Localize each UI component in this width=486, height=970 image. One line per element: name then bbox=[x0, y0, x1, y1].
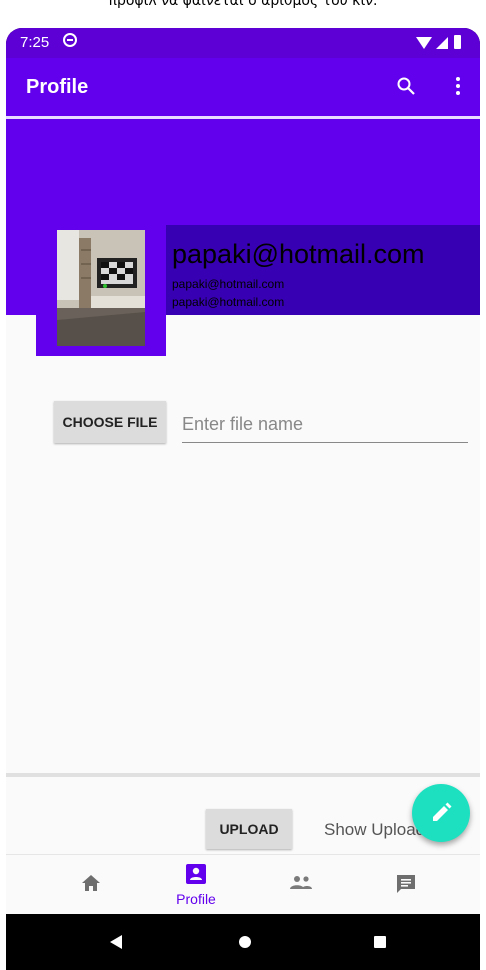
back-icon[interactable] bbox=[110, 935, 122, 949]
main-content bbox=[6, 315, 480, 775]
more-options-icon[interactable] bbox=[448, 75, 468, 97]
edit-fab[interactable] bbox=[412, 784, 470, 842]
nav-messages[interactable] bbox=[351, 855, 461, 915]
nav-home[interactable] bbox=[36, 855, 146, 915]
chat-icon bbox=[397, 875, 415, 893]
page-title: Profile bbox=[26, 76, 89, 98]
file-name-input[interactable] bbox=[182, 408, 468, 443]
upload-button[interactable]: UPLOAD bbox=[206, 809, 292, 849]
nav-profile[interactable]: Profile bbox=[141, 855, 251, 915]
search-icon[interactable] bbox=[396, 76, 416, 96]
system-navigation-bar bbox=[6, 914, 480, 970]
profile-email-secondary: papaki@hotmail.com bbox=[172, 277, 285, 291]
people-icon bbox=[290, 876, 312, 889]
profile-photo bbox=[57, 230, 145, 346]
top-caption: προφίλ να φαίνεται ο αριθμός του κιν. bbox=[108, 0, 378, 9]
do-not-disturb-icon bbox=[63, 33, 77, 47]
choose-file-button[interactable]: CHOOSE FILE bbox=[54, 401, 166, 443]
avatar[interactable] bbox=[36, 223, 166, 356]
phone-screen: 7:25 Profile papaki@hotmail.com papaki@h… bbox=[6, 28, 480, 970]
status-bar: 7:25 bbox=[6, 28, 480, 58]
profile-email: papaki@hotmail.com bbox=[172, 239, 425, 269]
profile-info: papaki@hotmail.com papaki@hotmail.com pa… bbox=[166, 225, 480, 315]
status-time: 7:25 bbox=[20, 34, 50, 51]
bottom-navigation: Profile bbox=[6, 854, 480, 915]
battery-icon bbox=[454, 35, 461, 49]
signal-icon bbox=[436, 37, 448, 49]
home-icon bbox=[82, 875, 100, 891]
wifi-icon bbox=[416, 37, 432, 49]
home-button-icon[interactable] bbox=[239, 936, 251, 948]
profile-email-tertiary: papaki@hotmail.com bbox=[172, 295, 285, 309]
status-icons bbox=[416, 35, 472, 51]
pencil-icon bbox=[433, 802, 452, 821]
profile-icon bbox=[186, 864, 206, 884]
recents-icon[interactable] bbox=[374, 936, 386, 948]
nav-people[interactable] bbox=[246, 855, 356, 915]
nav-profile-label: Profile bbox=[176, 891, 216, 907]
app-bar: Profile bbox=[6, 58, 480, 116]
